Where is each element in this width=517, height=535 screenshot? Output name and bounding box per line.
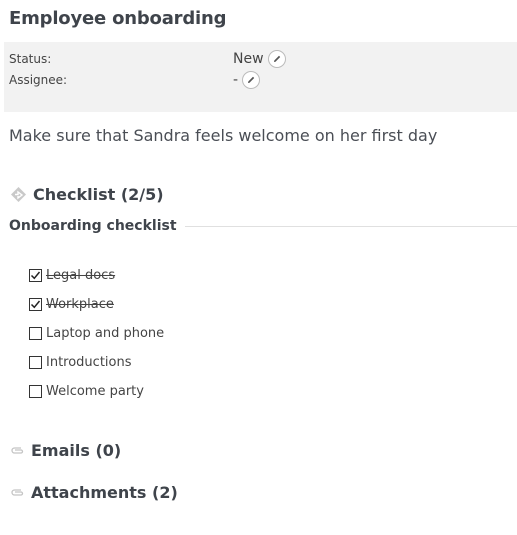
checkbox-unchecked[interactable] <box>29 385 42 398</box>
attachments-heading-label: Attachments (2) <box>31 483 178 502</box>
emails-section-heading[interactable]: Emails (0) <box>10 441 121 460</box>
checkbox-unchecked[interactable] <box>29 327 42 340</box>
checkmark-icon <box>30 271 41 280</box>
checklist-item-label: Welcome party <box>46 384 144 399</box>
assignee-label: Assignee: <box>9 73 68 87</box>
status-label: Status: <box>9 52 52 66</box>
attachments-section-heading[interactable]: Attachments (2) <box>10 483 178 502</box>
checkbox-unchecked[interactable] <box>29 356 42 369</box>
checklist-item-introductions[interactable]: Introductions <box>29 355 132 370</box>
pencil-icon <box>273 55 280 62</box>
status-value: New <box>233 51 264 67</box>
checklist-item-label: Workplace <box>46 297 114 312</box>
checklist-item-welcome-party[interactable]: Welcome party <box>29 384 144 399</box>
paperclip-icon <box>10 445 25 457</box>
checklist-item-legal-docs[interactable]: Legal docs <box>29 268 115 283</box>
pencil-icon <box>248 76 255 83</box>
edit-assignee-button[interactable] <box>242 71 261 89</box>
group-divider <box>184 225 517 227</box>
checklist-item-workplace[interactable]: Workplace <box>29 297 114 312</box>
checklist-section-heading[interactable]: Checklist (2/5) <box>10 185 164 204</box>
checklist-item-label: Introductions <box>46 355 132 370</box>
checkmark-icon <box>30 300 41 309</box>
checkbox-checked[interactable] <box>29 269 42 282</box>
assignee-value: - <box>233 72 239 88</box>
emails-heading-label: Emails (0) <box>31 441 122 460</box>
checklist-diamond-icon <box>10 186 27 203</box>
description-text: Make sure that Sandra feels welcome on h… <box>9 126 438 145</box>
checklist-heading-label: Checklist (2/5) <box>33 185 164 204</box>
edit-status-button[interactable] <box>267 50 286 68</box>
checklist-item-label: Laptop and phone <box>46 326 165 341</box>
checklist-group-title: Onboarding checklist <box>9 218 177 234</box>
assignee-field: - <box>233 71 261 89</box>
checklist-group-header: Onboarding checklist <box>9 218 517 234</box>
page-title: Employee onboarding <box>9 8 227 29</box>
checklist-item-laptop-and-phone[interactable]: Laptop and phone <box>29 326 164 341</box>
status-field: New <box>233 50 286 68</box>
checklist-item-label: Legal docs <box>46 268 116 283</box>
checkbox-checked[interactable] <box>29 298 42 311</box>
properties-panel: Status: New Assignee: - <box>4 42 517 112</box>
paperclip-icon <box>10 487 25 499</box>
